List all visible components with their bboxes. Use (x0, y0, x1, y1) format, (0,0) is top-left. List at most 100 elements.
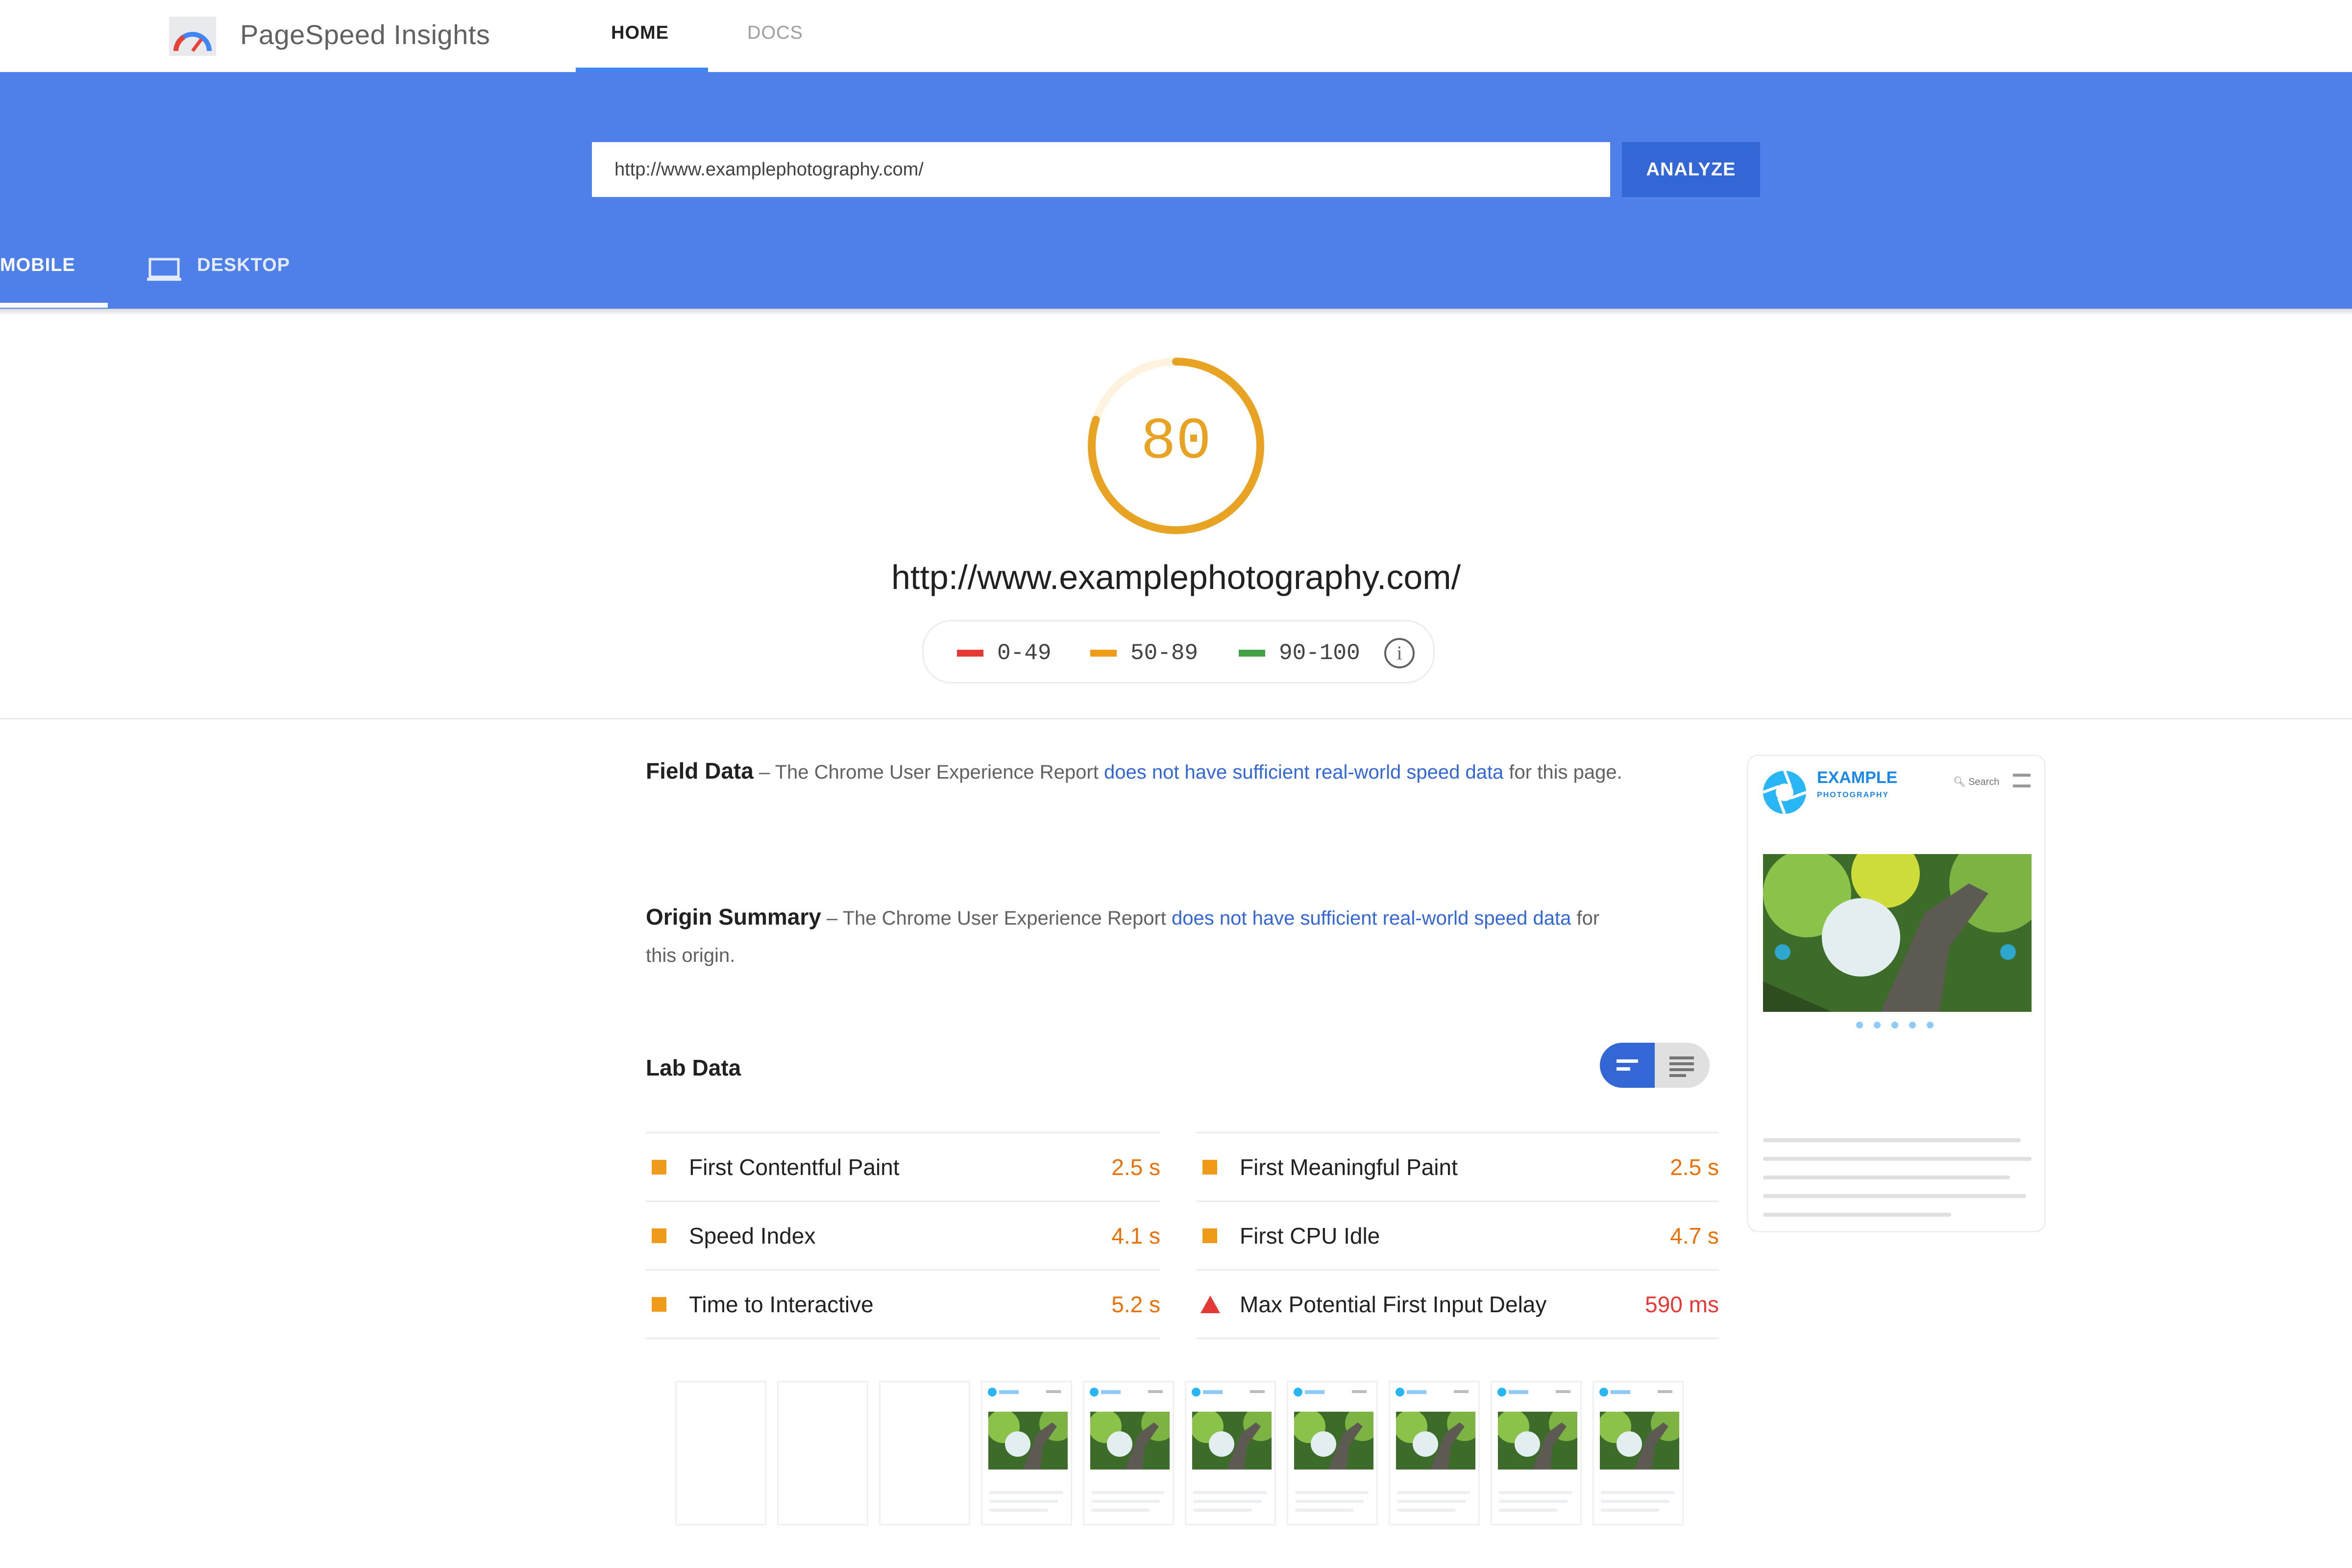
origin-summary-title: Origin Summary (646, 904, 821, 930)
metric-first-meaningful-paint: First Meaningful Paint 2.5 s (1197, 1133, 1719, 1200)
metric-value: 4.1 s (1111, 1223, 1160, 1249)
site-brand: EXAMPLE PHOTOGRAPHY (1817, 769, 1897, 804)
analyzed-url: http://www.examplephotography.com/ (891, 558, 1461, 596)
legend-swatch-green (1239, 650, 1265, 657)
metric-label: Max Potential First Input Delay (1240, 1291, 1547, 1317)
frame-header (1192, 1388, 1265, 1396)
average-square-icon (1202, 1228, 1217, 1243)
legend-swatch-red (957, 650, 983, 657)
origin-summary-prefix: – The Chrome User Experience Report (821, 907, 1172, 929)
expanded-view-icon[interactable] (1655, 1043, 1710, 1088)
site-search: 🔍︎ Search (1953, 777, 2000, 787)
metric-value: 2.5 s (1111, 1154, 1160, 1180)
metric-time-to-interactive: Time to Interactive 5.2 s (646, 1271, 1160, 1338)
frame-photo (1294, 1412, 1373, 1470)
filmstrip-frame (777, 1381, 868, 1525)
carousel-dot (1856, 1022, 1863, 1029)
site-brand-name: EXAMPLE (1817, 768, 1898, 787)
metric-value: 590 ms (1645, 1291, 1719, 1317)
metric-first-cpu-idle: First CPU Idle 4.7 s (1197, 1202, 1719, 1269)
frame-header (1090, 1388, 1163, 1396)
tab-mobile-indicator (0, 303, 108, 308)
average-square-icon (1202, 1159, 1217, 1175)
divider (0, 718, 2352, 719)
tab-home[interactable]: HOME (611, 23, 669, 44)
compact-view-icon (1617, 1059, 1638, 1071)
filmstrip-frame (675, 1381, 766, 1525)
frame-photo (1192, 1412, 1272, 1470)
field-data-title: Field Data (646, 758, 754, 784)
legend-item-fail: 0-49 (957, 621, 1051, 685)
tab-home-indicator (576, 68, 708, 72)
carousel-dot (1927, 1022, 1934, 1029)
tab-desktop[interactable]: DESKTOP (197, 255, 290, 276)
metric-label: Speed Index (689, 1223, 816, 1249)
performance-score: 80 (1140, 409, 1212, 476)
banner-shadow (0, 309, 2352, 316)
filmstrip-frame (1592, 1381, 1684, 1525)
frame-photo (1090, 1412, 1170, 1470)
frame-photo (1396, 1412, 1475, 1470)
metric-value: 2.5 s (1670, 1154, 1719, 1180)
analyze-button[interactable]: ANALYZE (1622, 142, 1760, 197)
legend-label: 90-100 (1279, 640, 1360, 666)
legend-label: 50-89 (1130, 640, 1199, 666)
app-title[interactable]: PageSpeed Insights (240, 19, 490, 50)
carousel-dot (1891, 1022, 1898, 1029)
filmstrip-frame (879, 1381, 970, 1525)
aperture-logo-icon (1762, 770, 1807, 815)
compact-view-button[interactable] (1600, 1043, 1655, 1088)
average-square-icon (652, 1297, 666, 1312)
metric-value: 4.7 s (1670, 1223, 1719, 1249)
frame-header (1599, 1388, 1672, 1396)
pagespeed-logo-icon[interactable] (169, 17, 216, 56)
metric-divider (1197, 1338, 1719, 1339)
frame-header (988, 1388, 1061, 1396)
filmstrip-frame (1287, 1381, 1378, 1525)
carousel-dot (1909, 1022, 1916, 1029)
final-screenshot: EXAMPLE PHOTOGRAPHY 🔍︎ Search (1747, 755, 2046, 1232)
legend-swatch-orange (1090, 650, 1117, 657)
metric-label: First CPU Idle (1240, 1223, 1380, 1249)
hamburger-icon (2013, 774, 2031, 787)
frame-header (1294, 1388, 1367, 1396)
origin-summary-link[interactable]: does not have sufficient real-world spee… (1172, 907, 1571, 929)
metric-first-contentful-paint: First Contentful Paint 2.5 s (646, 1133, 1160, 1200)
score-legend: 0-49 50-89 90-100 i (922, 620, 1435, 684)
average-square-icon (652, 1159, 666, 1175)
frame-photo (1600, 1412, 1679, 1470)
url-input[interactable] (592, 142, 1610, 197)
filmstrip-frame (1185, 1381, 1276, 1525)
fail-triangle-icon (1200, 1295, 1220, 1313)
site-body-text (1763, 1138, 2032, 1231)
field-data-section: Field Data – The Chrome User Experience … (646, 752, 1626, 791)
metric-speed-index: Speed Index 4.1 s (646, 1202, 1160, 1269)
field-data-suffix: for this page. (1503, 761, 1622, 783)
site-brand-sub: PHOTOGRAPHY (1817, 791, 1889, 799)
origin-summary-section: Origin Summary – The Chrome User Experie… (646, 898, 1626, 974)
filmstrip-frame (1083, 1381, 1174, 1525)
carousel-dot (1874, 1022, 1881, 1029)
top-bar: PageSpeed Insights HOME DOCS (0, 0, 2352, 72)
metric-label: First Meaningful Paint (1240, 1154, 1458, 1180)
metrics-view-toggle[interactable] (1600, 1043, 1710, 1088)
tab-docs[interactable]: DOCS (747, 23, 803, 44)
filmstrip-frame (1491, 1381, 1582, 1525)
filmstrip-frame (981, 1381, 1072, 1525)
tab-mobile[interactable]: MOBILE (0, 255, 75, 276)
hero-photo (1763, 854, 2032, 1012)
desktop-icon[interactable] (147, 257, 181, 282)
site-search-label: Search (1968, 777, 2000, 787)
filmstrip-frame (1389, 1381, 1480, 1525)
frame-header (1396, 1388, 1469, 1396)
average-square-icon (652, 1228, 666, 1243)
frame-photo (1498, 1412, 1577, 1470)
frame-header (1497, 1388, 1570, 1396)
field-data-link[interactable]: does not have sufficient real-world spee… (1104, 761, 1503, 783)
info-icon[interactable]: i (1384, 638, 1415, 668)
metric-value: 5.2 s (1111, 1291, 1160, 1317)
legend-item-average: 50-89 (1090, 621, 1198, 685)
metric-label: First Contentful Paint (689, 1154, 900, 1180)
legend-item-pass: 90-100 (1239, 621, 1360, 685)
carousel-dots (1856, 1022, 1934, 1029)
